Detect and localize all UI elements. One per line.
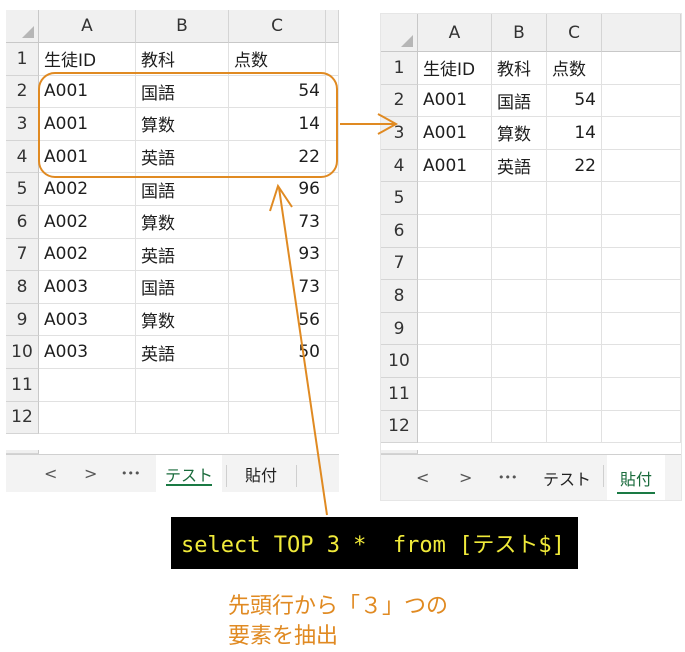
highlight-box	[38, 72, 338, 178]
annotation-overlay	[38, 72, 399, 516]
query-arrow-line	[278, 187, 328, 516]
